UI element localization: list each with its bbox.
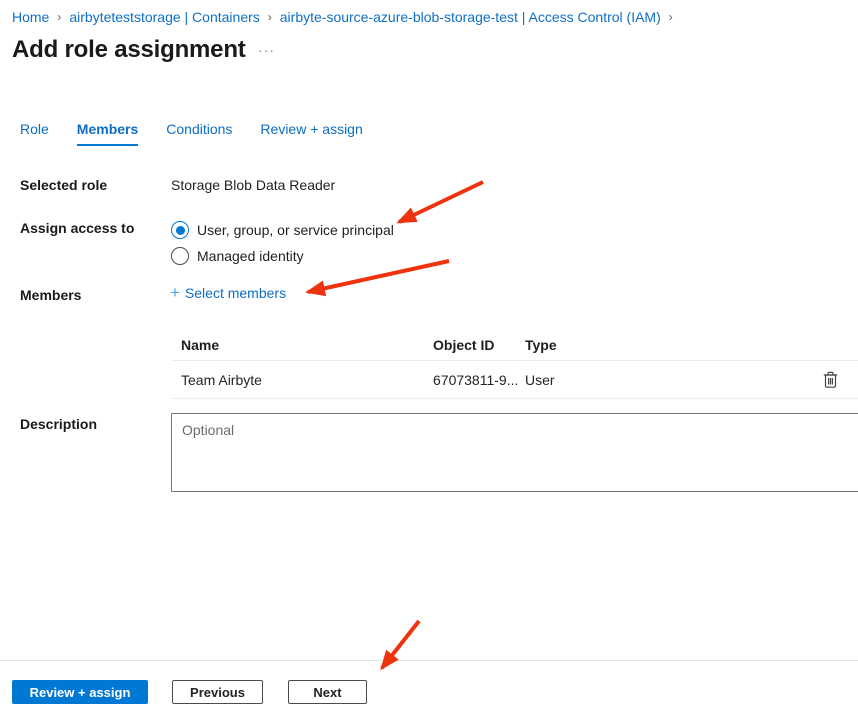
description-label: Description <box>20 416 97 432</box>
member-object-id: 67073811-9... <box>433 372 525 388</box>
tab-review-assign[interactable]: Review + assign <box>260 121 362 146</box>
footer-divider <box>0 660 858 661</box>
select-members-link[interactable]: + Select members <box>170 285 286 301</box>
table-row: Team Airbyte 67073811-9... User <box>171 361 858 399</box>
more-options-icon[interactable]: ··· <box>258 42 275 58</box>
page-title: Add role assignment <box>12 36 246 64</box>
selected-role-label: Selected role <box>20 177 107 193</box>
plus-icon: + <box>170 286 180 300</box>
radio-managed-identity[interactable]: Managed identity <box>171 243 394 269</box>
members-label: Members <box>20 287 81 303</box>
tab-conditions[interactable]: Conditions <box>166 121 232 146</box>
assign-access-to-label: Assign access to <box>20 220 134 236</box>
breadcrumb-separator: › <box>56 10 62 24</box>
member-type: User <box>525 372 802 388</box>
breadcrumb-access-control[interactable]: airbyte-source-azure-blob-storage-test |… <box>280 9 661 25</box>
radio-label: Managed identity <box>197 248 304 264</box>
description-input[interactable] <box>171 413 858 492</box>
radio-unselected-icon <box>171 247 189 265</box>
members-table: Name Object ID Type Team Airbyte 6707381… <box>171 329 858 399</box>
column-header-object-id: Object ID <box>433 337 525 353</box>
table-header-row: Name Object ID Type <box>171 329 858 361</box>
delete-member-button[interactable] <box>820 368 841 391</box>
selected-role-value: Storage Blob Data Reader <box>171 177 335 193</box>
breadcrumb-separator: › <box>668 10 674 24</box>
next-button[interactable]: Next <box>288 680 367 704</box>
member-name: Team Airbyte <box>171 372 433 388</box>
breadcrumb-containers[interactable]: airbyteteststorage | Containers <box>69 9 259 25</box>
assign-access-to-radio-group: User, group, or service principal Manage… <box>171 217 394 269</box>
arrow-to-radio <box>399 182 483 222</box>
column-header-type: Type <box>525 337 802 353</box>
tab-role[interactable]: Role <box>20 121 49 146</box>
add-role-assignment-page: Home › airbyteteststorage | Containers ›… <box>0 0 858 710</box>
breadcrumb-home[interactable]: Home <box>12 9 49 25</box>
previous-button[interactable]: Previous <box>172 680 263 704</box>
select-members-label: Select members <box>185 285 286 301</box>
breadcrumb: Home › airbyteteststorage | Containers ›… <box>12 9 674 25</box>
trash-icon <box>822 370 839 389</box>
radio-selected-icon <box>171 221 189 239</box>
tab-bar: Role Members Conditions Review + assign <box>20 121 363 146</box>
review-assign-button[interactable]: Review + assign <box>12 680 148 704</box>
radio-label: User, group, or service principal <box>197 222 394 238</box>
radio-user-group-service-principal[interactable]: User, group, or service principal <box>171 217 394 243</box>
breadcrumb-separator: › <box>267 10 273 24</box>
tab-members[interactable]: Members <box>77 121 138 146</box>
column-header-name: Name <box>171 337 433 353</box>
